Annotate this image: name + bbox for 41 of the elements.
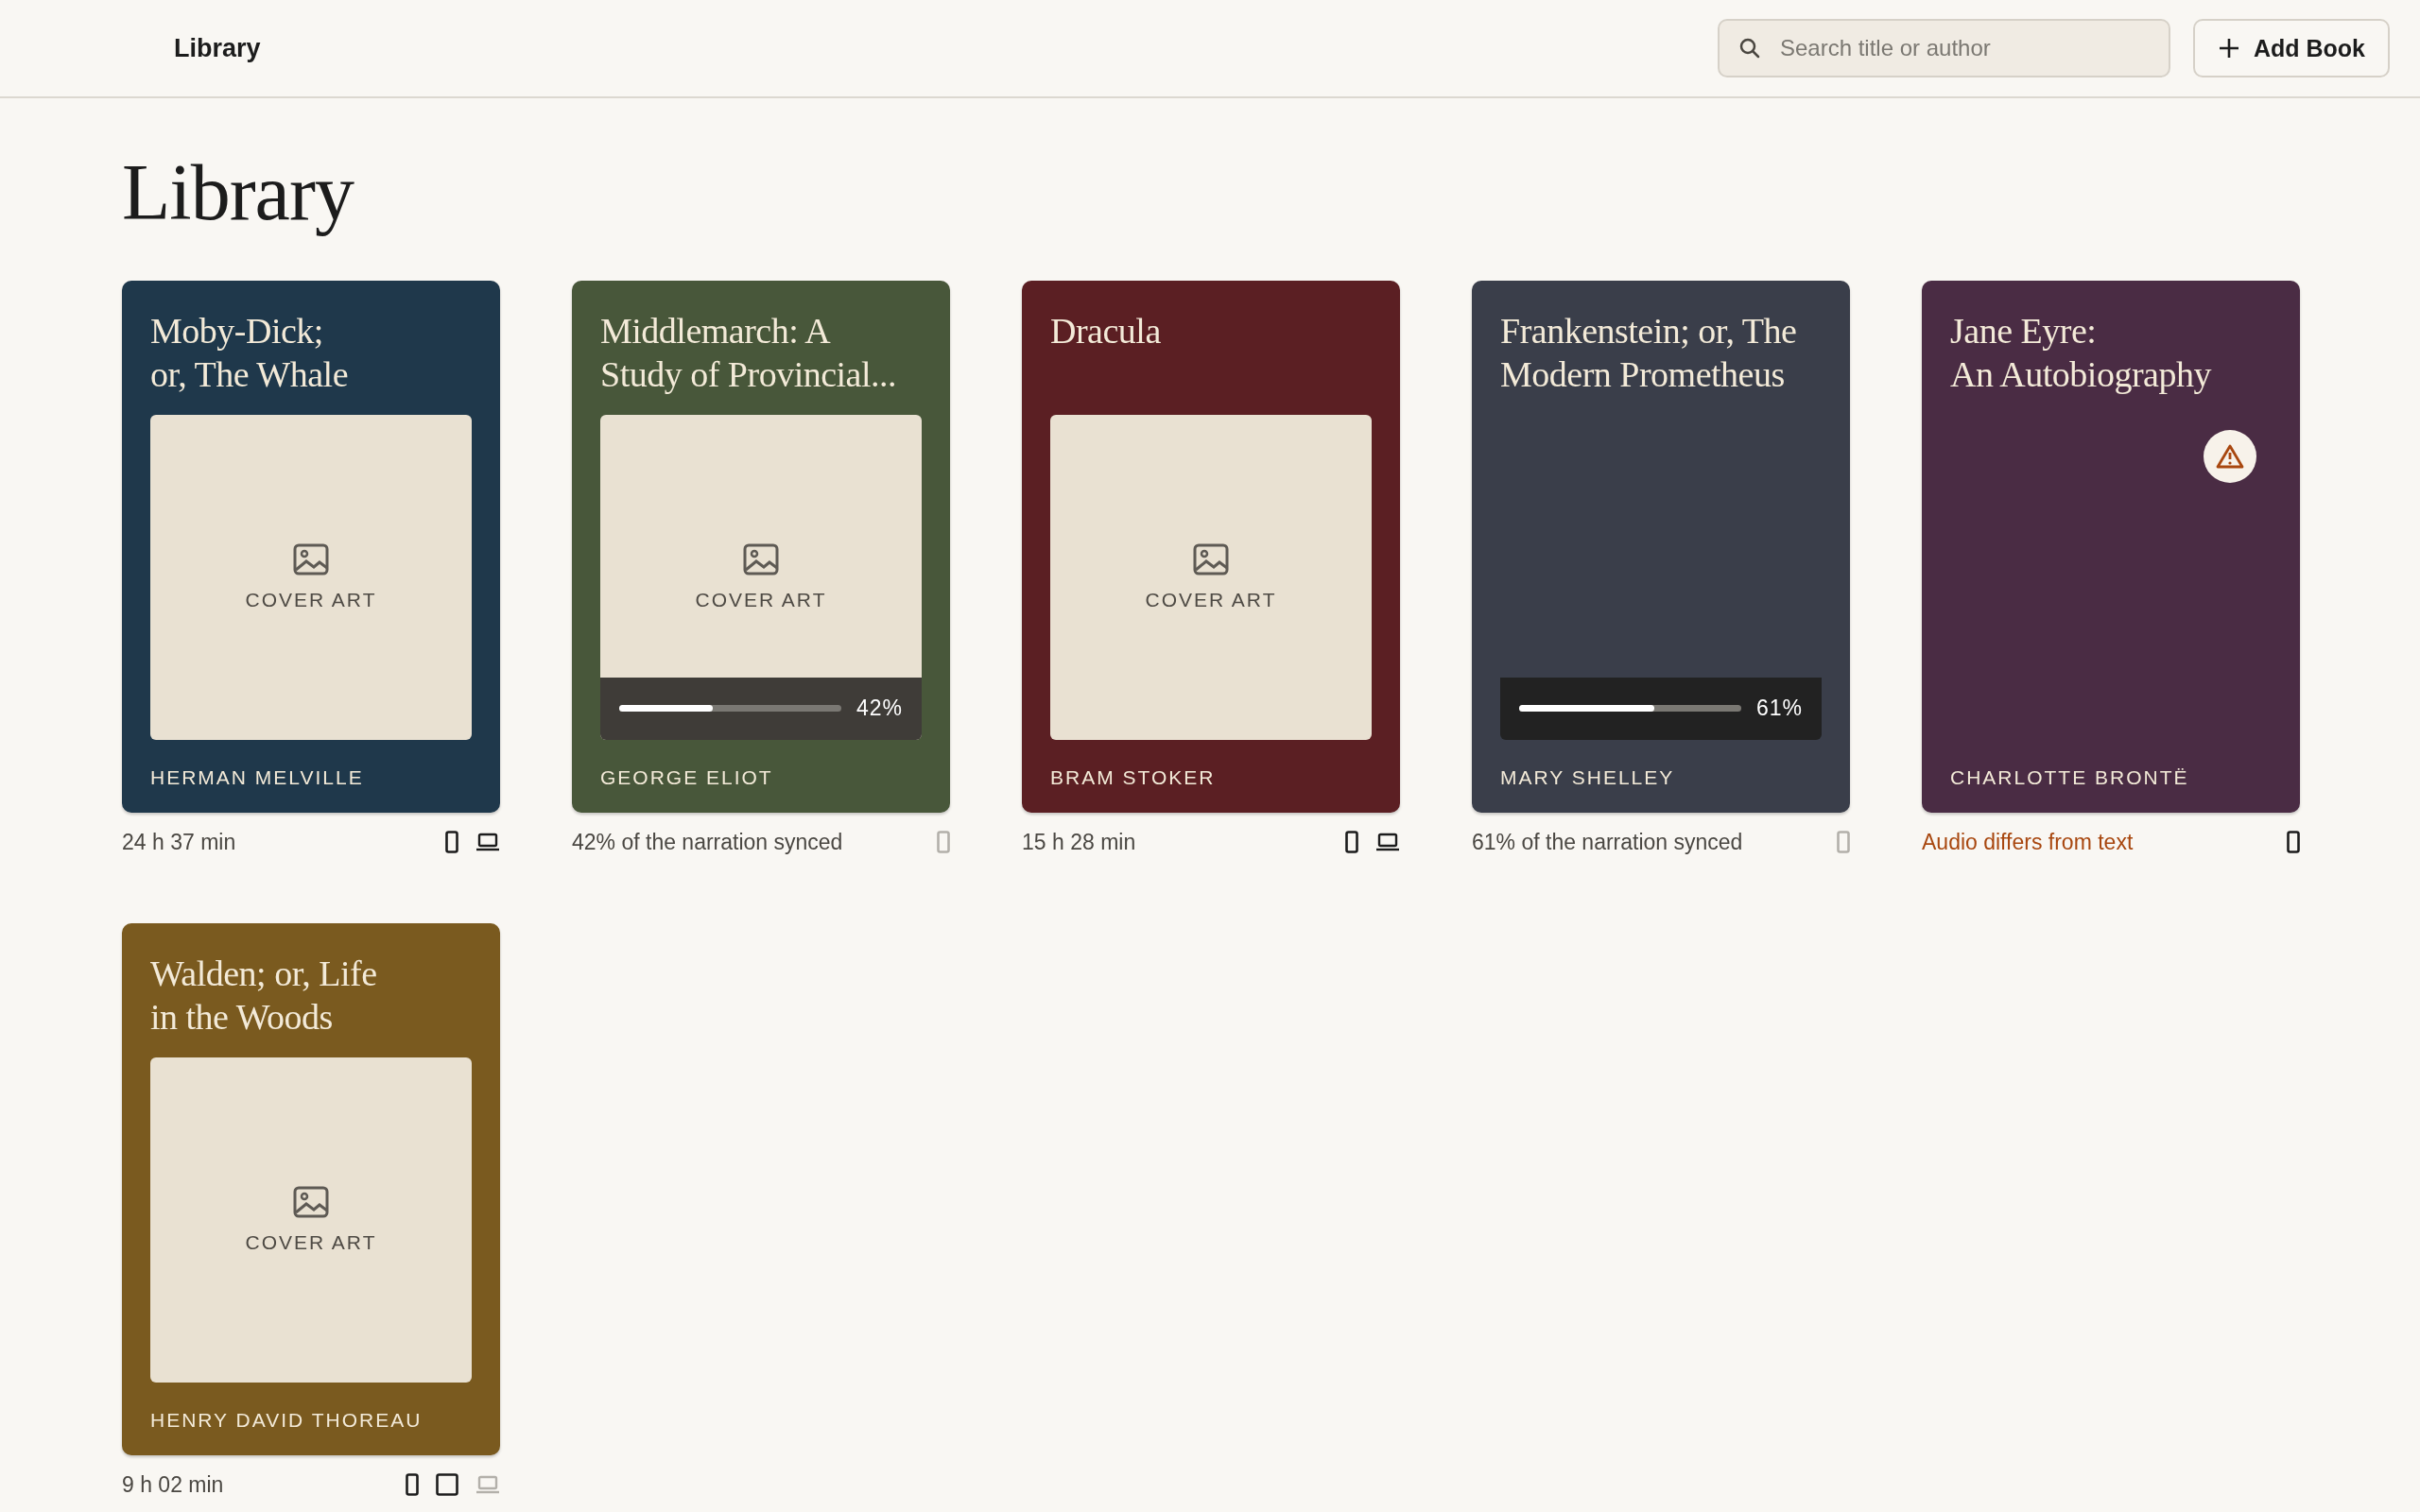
cover-label: COVER ART — [245, 588, 377, 611]
listening-time: 15 h 28 min — [1022, 829, 1137, 855]
search-field[interactable]: Search title or author — [1717, 19, 2170, 77]
book-card[interactable]: Middlemarch: A Study of Provincial... COVER ART 42% GEORGE ELIOT — [572, 280, 950, 813]
book-card[interactable]: Walden; or, Life in the Woods COVER ART HENRY DAVID THOREAU — [122, 922, 500, 1455]
sync-status: 61% of the narration synced — [1472, 829, 1744, 855]
image-icon — [743, 542, 779, 576]
book-author: HENRY DAVID THOREAU — [150, 1408, 424, 1432]
search-icon — [1737, 37, 1761, 60]
book-card[interactable]: Moby-Dick; or, The Whale COVER ART HERMAN MELVILLE — [122, 280, 500, 813]
image-icon — [293, 1185, 329, 1218]
book-card[interactable]: Frankenstein; or, The Modern Prometheus 61% MARY SHELLEY — [1472, 280, 1850, 813]
book-title: Middlemarch: A Study of Provincial... — [600, 309, 898, 396]
book-author: CHARLOTTE BRONTË — [1950, 765, 2190, 789]
book-title: Dracula — [1050, 309, 1162, 352]
book-card[interactable]: Jane Eyre: An Autobiography CHARLOTTE BRONTË — [1922, 280, 2300, 813]
book-author: MARY SHELLEY — [1500, 765, 1676, 789]
cover-label: COVER ART — [1145, 588, 1277, 611]
book-card[interactable]: Dracula COVER ART BRAM STOKER — [1022, 280, 1400, 813]
page-title: Library — [122, 147, 354, 238]
book-title: Frankenstein; or, The Modern Prometheus — [1500, 309, 1798, 396]
plus-icon — [2217, 37, 2240, 60]
book-title: Jane Eyre: An Autobiography — [1950, 309, 2213, 396]
book-author: HERMAN MELVILLE — [150, 765, 365, 789]
book-title: Walden; or, Life in the Woods — [150, 952, 378, 1039]
book-title: Moby-Dick; or, The Whale — [150, 309, 349, 396]
image-icon — [1193, 542, 1229, 576]
book-author: BRAM STOKER — [1050, 765, 1217, 789]
sync-percent: 42% — [856, 696, 903, 722]
sync-status: 42% of the narration synced — [572, 829, 844, 855]
cover-label: COVER ART — [695, 588, 827, 611]
app-title: Library — [174, 33, 262, 63]
add-book-button[interactable]: Add Book — [2192, 19, 2390, 77]
book-author: GEORGE ELIOT — [600, 765, 774, 789]
listening-time: 24 h 37 min — [122, 829, 237, 855]
listening-time: 9 h 02 min — [122, 1471, 225, 1498]
sync-percent: 61% — [1755, 696, 1803, 722]
sync-warning: Audio differs from text — [1922, 829, 2135, 855]
warning-icon — [2216, 443, 2244, 469]
image-icon — [293, 542, 329, 576]
cover-label: COVER ART — [245, 1230, 377, 1254]
